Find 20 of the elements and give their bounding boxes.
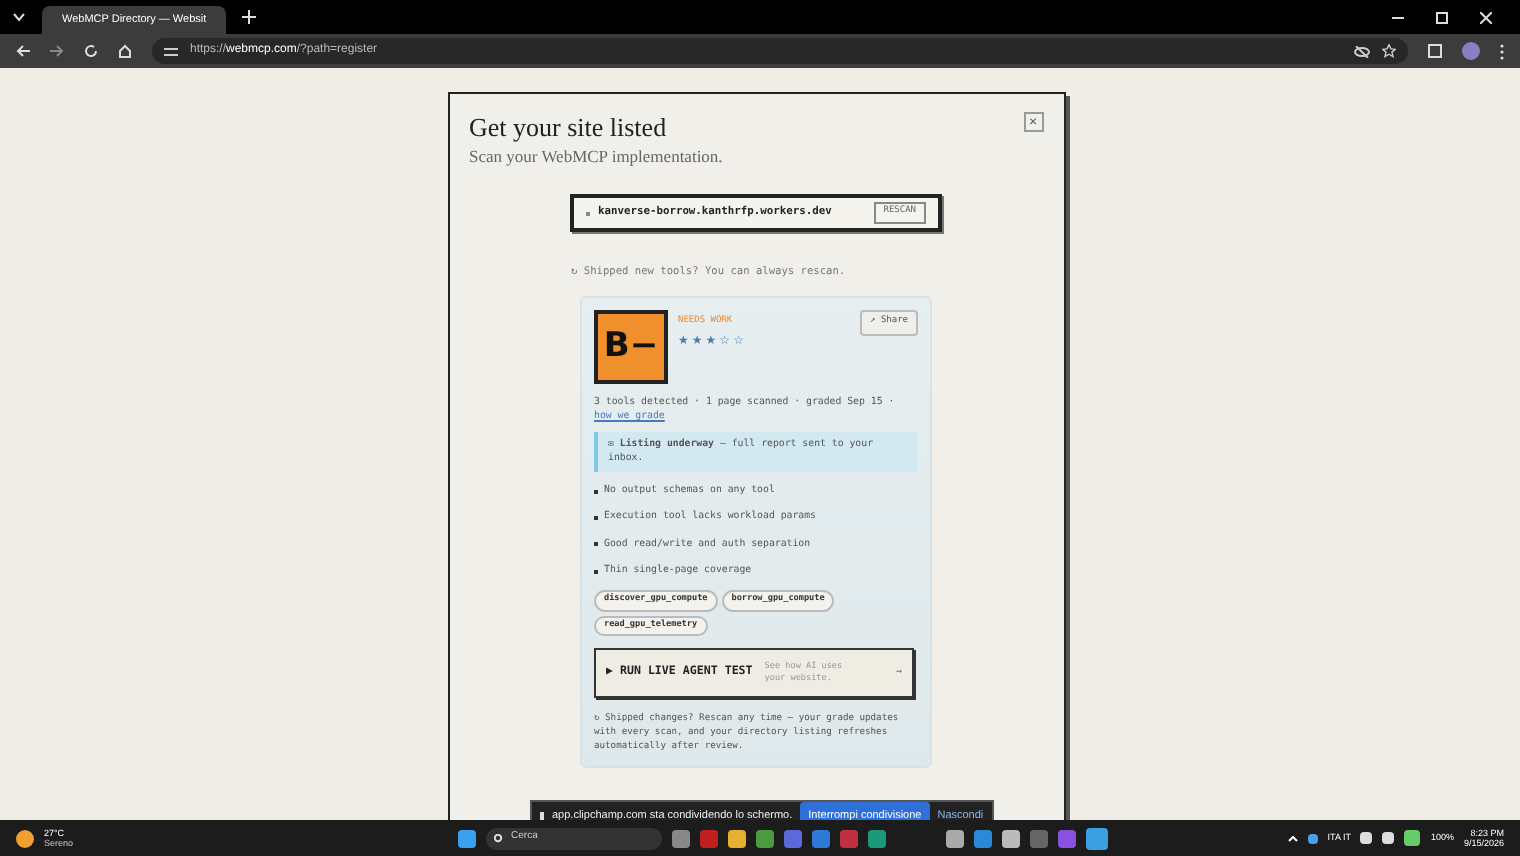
modal-subtitle: Scan your WebMCP implementation.: [469, 144, 723, 170]
chevron-up-icon[interactable]: [1287, 835, 1298, 841]
grade-badge: B−: [594, 309, 668, 384]
eye-off-icon[interactable]: [1354, 45, 1370, 57]
search-icon: [493, 833, 504, 843]
weather-icon[interactable]: [16, 829, 34, 847]
home-icon[interactable]: [118, 44, 132, 58]
chevron-down-icon[interactable]: [12, 12, 26, 22]
forward-arrow-icon[interactable]: [50, 44, 64, 58]
windows-start-icon[interactable]: [457, 829, 476, 847]
restore-icon[interactable]: [1436, 11, 1448, 23]
minimize-icon[interactable]: [1392, 11, 1404, 23]
plus-icon[interactable]: [242, 10, 256, 24]
modal-title: Get your site listed: [469, 112, 669, 145]
site-settings-icon[interactable]: [164, 45, 178, 57]
star-icon[interactable]: [1382, 44, 1396, 58]
close-icon[interactable]: [1480, 11, 1492, 23]
back-arrow-icon[interactable]: [16, 44, 30, 58]
reload-icon[interactable]: [84, 44, 98, 58]
profile-avatar[interactable]: [1462, 42, 1480, 60]
